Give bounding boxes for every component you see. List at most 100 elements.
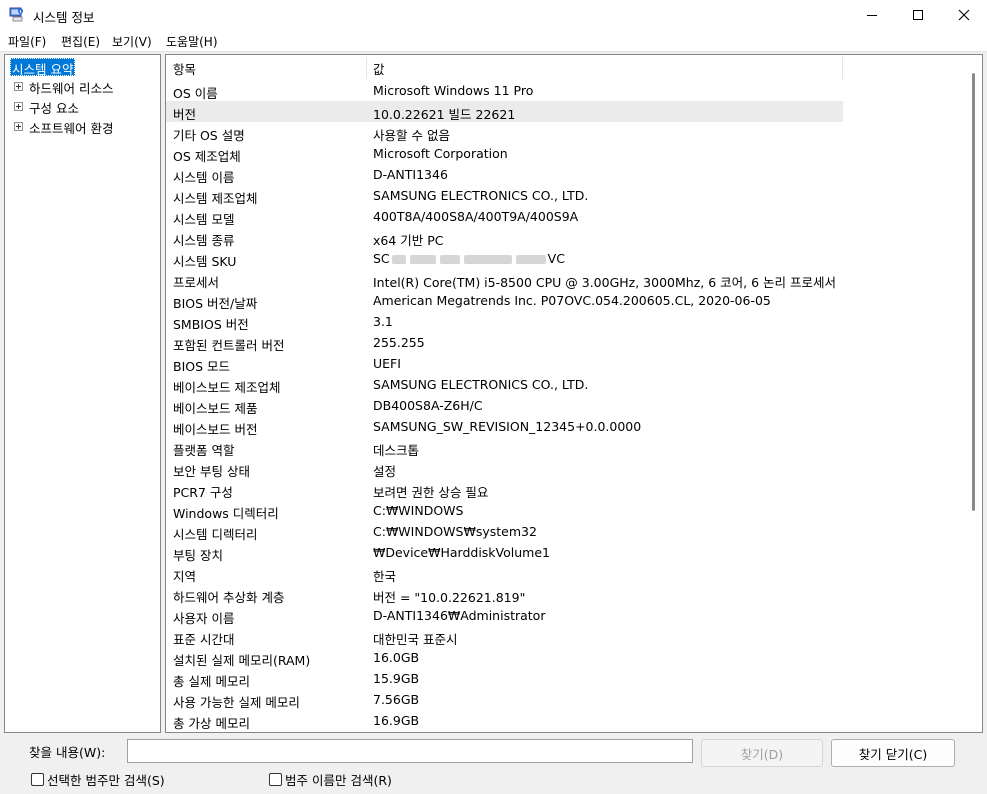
table-row[interactable]: 부팅 장치 ₩Device₩HarddiskVolume1 bbox=[166, 542, 843, 563]
redacted-block bbox=[463, 255, 512, 264]
close-find-button[interactable]: 찾기 닫기(C) bbox=[831, 739, 955, 767]
system-info-icon bbox=[9, 7, 24, 22]
row-value: 버전 = "10.0.22621.819" bbox=[373, 590, 526, 605]
table-row[interactable]: 총 실제 메모리 15.9GB bbox=[166, 668, 843, 689]
sku-prefix: SC bbox=[373, 251, 390, 266]
row-value: Microsoft Corporation bbox=[373, 146, 508, 161]
find-label: 찾을 내용(W): bbox=[29, 745, 106, 760]
row-value: DB400S8A-Z6H/C bbox=[373, 398, 483, 413]
row-value: 10.0.22621 빌드 22621 bbox=[373, 107, 516, 122]
expand-icon[interactable] bbox=[14, 122, 23, 131]
table-row[interactable]: SMBIOS 버전 3.1 bbox=[166, 311, 843, 332]
table-row[interactable]: OS 이름 Microsoft Windows 11 Pro bbox=[166, 80, 843, 101]
row-item: 설치된 실제 메모리(RAM) bbox=[173, 653, 311, 668]
table-row[interactable]: 시스템 종류 x64 기반 PC bbox=[166, 227, 843, 248]
table-row[interactable]: 베이스보드 버전 SAMSUNG_SW_REVISION_12345+0.0.00… bbox=[166, 416, 843, 437]
table-row[interactable]: 시스템 SKU SC VC bbox=[166, 248, 843, 269]
redacted-block bbox=[515, 255, 546, 264]
row-value: C:₩WINDOWS bbox=[373, 503, 464, 518]
table-row[interactable]: 하드웨어 추상화 계층 버전 = "10.0.22621.819" bbox=[166, 584, 843, 605]
find-input[interactable] bbox=[127, 739, 693, 763]
tree-item-software-environment[interactable]: 소프트웨어 환경 bbox=[29, 118, 113, 136]
row-item: 베이스보드 제조업체 bbox=[173, 380, 281, 395]
row-item: BIOS 버전/날짜 bbox=[173, 296, 258, 311]
table-row[interactable]: 버전 10.0.22621 빌드 22621 bbox=[166, 101, 843, 122]
close-button[interactable] bbox=[941, 0, 987, 30]
column-divider[interactable] bbox=[842, 57, 843, 79]
category-tree[interactable]: 시스템 요약 하드웨어 리소스 구성 요소 소프트웨어 환경 bbox=[4, 54, 161, 733]
menu-help[interactable]: 도움말(H) bbox=[166, 33, 218, 50]
row-item: PCR7 구성 bbox=[173, 485, 233, 500]
row-item: 버전 bbox=[173, 107, 197, 122]
row-value: D-ANTI1346 bbox=[373, 167, 448, 182]
search-category-names-option[interactable]: 범주 이름만 검색(R) bbox=[269, 770, 392, 789]
row-value: 보려면 권한 상승 필요 bbox=[373, 485, 489, 500]
row-value: SAMSUNG ELECTRONICS CO., LTD. bbox=[373, 377, 589, 392]
search-selected-category-checkbox[interactable] bbox=[31, 773, 44, 786]
column-header-value[interactable]: 값 bbox=[373, 59, 385, 78]
table-row[interactable]: 지역 한국 bbox=[166, 563, 843, 584]
row-item: 부팅 장치 bbox=[173, 548, 223, 563]
column-header-item[interactable]: 항목 bbox=[173, 59, 196, 78]
table-row[interactable]: BIOS 모드 UEFI bbox=[166, 353, 843, 374]
row-value: 16.0GB bbox=[373, 650, 420, 665]
row-item: Windows 디렉터리 bbox=[173, 506, 279, 521]
row-value: 데스크톱 bbox=[373, 443, 420, 458]
table-row[interactable]: 시스템 디렉터리 C:₩WINDOWS₩system32 bbox=[166, 521, 843, 542]
row-value: SAMSUNG_SW_REVISION_12345+0.0.0000 bbox=[373, 419, 642, 434]
table-row[interactable]: 시스템 이름 D-ANTI1346 bbox=[166, 164, 843, 185]
tree-item-components[interactable]: 구성 요소 bbox=[29, 98, 79, 116]
row-value: 400T8A/400S8A/400T9A/400S9A bbox=[373, 209, 579, 224]
table-row[interactable]: 시스템 제조업체 SAMSUNG ELECTRONICS CO., LTD. bbox=[166, 185, 843, 206]
menu-edit[interactable]: 편집(E) bbox=[61, 33, 100, 50]
table-row[interactable]: 포함된 컨트롤러 버전 255.255 bbox=[166, 332, 843, 353]
row-item: 표준 시간대 bbox=[173, 632, 235, 647]
menu-view[interactable]: 보기(V) bbox=[112, 33, 152, 50]
row-value: 7.56GB bbox=[373, 692, 420, 707]
table-row[interactable]: 시스템 모델 400T8A/400S8A/400T9A/400S9A bbox=[166, 206, 843, 227]
list-header: 항목 값 bbox=[166, 55, 966, 80]
tree-item-system-summary[interactable]: 시스템 요약 bbox=[10, 58, 76, 77]
table-row[interactable]: 보안 부팅 상태 설정 bbox=[166, 458, 843, 479]
expand-icon[interactable] bbox=[14, 82, 23, 91]
row-item: 시스템 모델 bbox=[173, 212, 235, 227]
table-row[interactable]: Windows 디렉터리 C:₩WINDOWS bbox=[166, 500, 843, 521]
table-row[interactable]: 프로세서 Intel(R) Core(TM) i5-8500 CPU @ 3.00… bbox=[166, 269, 843, 290]
table-row[interactable]: 사용자 이름 D-ANTI1346₩Administrator bbox=[166, 605, 843, 626]
maximize-icon bbox=[913, 10, 923, 20]
column-divider[interactable] bbox=[366, 57, 367, 79]
table-row[interactable]: 표준 시간대 대한민국 표준시 bbox=[166, 626, 843, 647]
table-row[interactable]: 총 가상 메모리 16.9GB bbox=[166, 710, 843, 731]
table-row[interactable]: 베이스보드 제조업체 SAMSUNG ELECTRONICS CO., LTD. bbox=[166, 374, 843, 395]
table-row[interactable]: OS 제조업체 Microsoft Corporation bbox=[166, 143, 843, 164]
table-row[interactable]: 사용 가능한 실제 메모리 7.56GB bbox=[166, 689, 843, 710]
table-row[interactable]: BIOS 버전/날짜 American Megatrends Inc. P07OV… bbox=[166, 290, 843, 311]
maximize-button[interactable] bbox=[895, 0, 941, 30]
table-row[interactable]: 기타 OS 설명 사용할 수 없음 bbox=[166, 122, 843, 143]
tree-item-hardware-resources[interactable]: 하드웨어 리소스 bbox=[29, 78, 113, 96]
vertical-scrollbar[interactable] bbox=[965, 55, 982, 732]
row-value: 255.255 bbox=[373, 335, 425, 350]
minimize-button[interactable] bbox=[849, 0, 895, 30]
details-list[interactable]: 항목 값 OS 이름 Microsoft Windows 11 Pro 버전 10.… bbox=[165, 54, 983, 733]
scrollbar-thumb[interactable] bbox=[972, 73, 975, 511]
expand-icon[interactable] bbox=[14, 102, 23, 111]
row-item: 보안 부팅 상태 bbox=[173, 464, 250, 479]
table-row[interactable]: 베이스보드 제품 DB400S8A-Z6H/C bbox=[166, 395, 843, 416]
find-button[interactable]: 찾기(D) bbox=[701, 739, 823, 767]
table-row[interactable]: 설치된 실제 메모리(RAM) 16.0GB bbox=[166, 647, 843, 668]
table-row[interactable]: PCR7 구성 보려면 권한 상승 필요 bbox=[166, 479, 843, 500]
menu-file[interactable]: 파일(F) bbox=[8, 33, 46, 50]
sku-suffix: VC bbox=[547, 251, 565, 266]
row-item: 사용 가능한 실제 메모리 bbox=[173, 695, 300, 710]
row-value: 한국 bbox=[373, 569, 397, 584]
row-item: 베이스보드 제품 bbox=[173, 401, 258, 416]
table-row[interactable]: 플랫폼 역할 데스크톱 bbox=[166, 437, 843, 458]
close-icon bbox=[958, 9, 970, 21]
row-value: 사용할 수 없음 bbox=[373, 128, 450, 143]
row-value: SAMSUNG ELECTRONICS CO., LTD. bbox=[373, 188, 589, 203]
row-item: 프로세서 bbox=[173, 275, 220, 290]
minimize-icon bbox=[867, 15, 877, 16]
search-selected-category-option[interactable]: 선택한 범주만 검색(S) bbox=[31, 770, 165, 789]
search-category-names-checkbox[interactable] bbox=[269, 773, 282, 786]
